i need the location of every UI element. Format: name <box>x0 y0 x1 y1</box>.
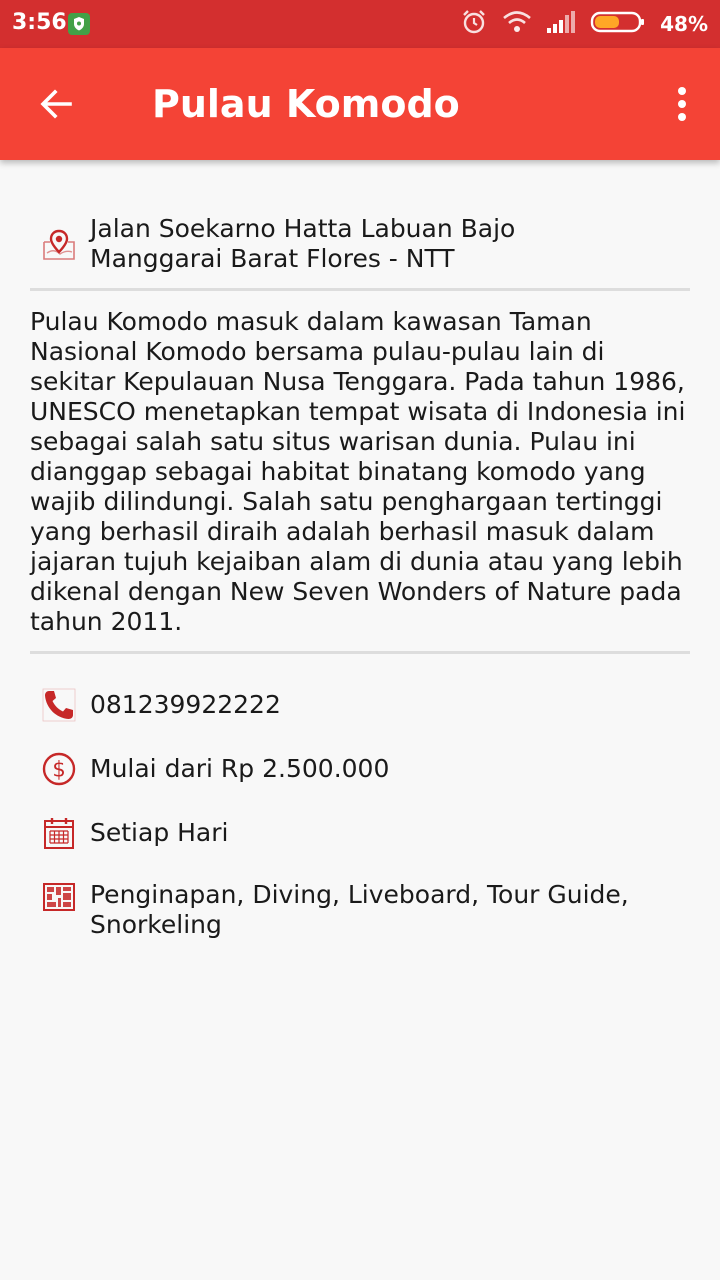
facilities-row: Penginapan, Diving, Liveboard, Tour Guid… <box>30 880 690 940</box>
back-arrow-icon <box>40 89 72 119</box>
address-row[interactable]: Jalan Soekarno Hatta Labuan Bajo Manggar… <box>30 214 690 274</box>
signal-icon <box>546 10 576 38</box>
divider <box>30 288 690 291</box>
dollar-icon: $ <box>42 752 76 786</box>
schedule-row: Setiap Hari <box>30 816 690 850</box>
status-bar: 3:56 48% <box>0 0 720 48</box>
address-line-1: Jalan Soekarno Hatta Labuan Bajo <box>90 214 516 243</box>
divider <box>30 651 690 654</box>
battery-icon <box>590 10 646 38</box>
battery-percent: 48% <box>660 12 708 36</box>
more-vert-icon <box>678 87 686 121</box>
more-options-button[interactable] <box>662 76 702 132</box>
shield-icon <box>68 13 90 35</box>
app-bar: Pulau Komodo <box>0 48 720 160</box>
phone-icon <box>42 688 76 722</box>
phone-row[interactable]: 081239922222 <box>30 688 690 722</box>
description-text: Pulau Komodo masuk dalam kawasan Taman N… <box>30 307 686 636</box>
wifi-icon <box>502 9 532 39</box>
schedule-text: Setiap Hari <box>90 818 229 847</box>
alarm-icon <box>460 8 488 40</box>
map-pin-icon <box>43 229 75 260</box>
back-button[interactable] <box>28 76 84 132</box>
calendar-icon <box>44 818 74 849</box>
svg-text:$: $ <box>52 758 65 782</box>
price-text: Mulai dari Rp 2.500.000 <box>90 754 390 783</box>
phone-number: 081239922222 <box>90 690 281 719</box>
price-row: $ Mulai dari Rp 2.500.000 <box>30 752 690 786</box>
address-line-2: Manggarai Barat Flores - NTT <box>90 244 455 273</box>
status-time: 3:56 <box>12 10 67 35</box>
map-icon <box>43 883 75 911</box>
page-title: Pulau Komodo <box>152 82 460 126</box>
facilities-text: Penginapan, Diving, Liveboard, Tour Guid… <box>90 880 629 939</box>
detail-content: Jalan Soekarno Hatta Labuan Bajo Manggar… <box>30 160 690 940</box>
